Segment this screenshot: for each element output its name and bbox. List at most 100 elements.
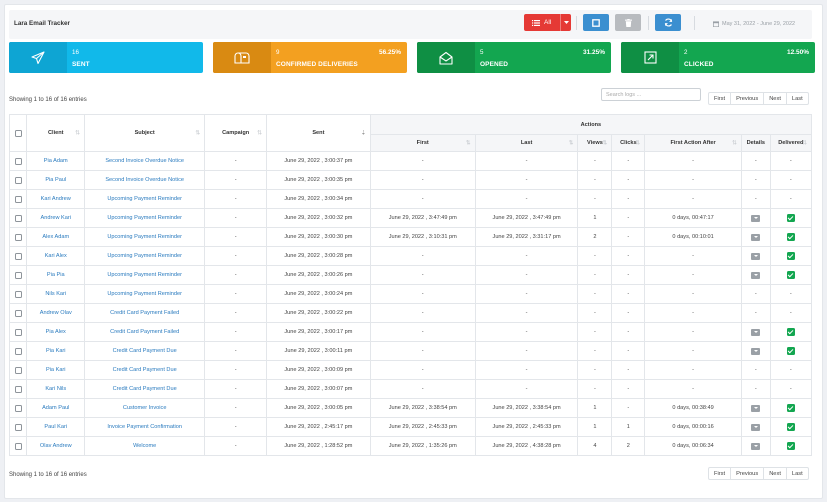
details-dropdown-icon[interactable] [751, 233, 761, 241]
row-select-cell [8, 227, 28, 247]
clicks-cell: - [611, 151, 646, 171]
client-cell[interactable]: Pia Adam [26, 151, 86, 171]
row-checkbox[interactable] [14, 385, 22, 393]
row-select-cell [8, 265, 28, 285]
column-header-sent[interactable]: Sent ⇣ [265, 114, 371, 152]
client-cell[interactable]: Pia Paul [26, 170, 86, 190]
column-header-delivered[interactable]: Delivered ⇅ [769, 134, 813, 152]
client-cell[interactable]: Pia Pia [26, 265, 86, 285]
client-cell[interactable]: Kari Nils [26, 379, 86, 399]
details-dropdown-icon[interactable] [751, 404, 761, 412]
select-all-button[interactable] [583, 14, 609, 31]
date-range-picker[interactable]: May 31, 2022 - June 29, 2022 [713, 21, 795, 27]
select-all-checkbox[interactable] [14, 129, 22, 137]
toolbar-divider [576, 16, 577, 30]
row-select-cell [8, 341, 28, 361]
clicked-percent: 12.50% [786, 49, 809, 56]
subject-cell[interactable]: Second Invoice Overdue Notice [84, 170, 206, 190]
row-checkbox[interactable] [14, 157, 22, 165]
page-previous-button[interactable]: Previous [730, 467, 765, 480]
subject-cell[interactable]: Welcome [84, 436, 206, 456]
subject-cell[interactable]: Credit Card Payment Failed [84, 322, 206, 342]
row-checkbox[interactable] [14, 423, 22, 431]
subject-cell[interactable]: Upcoming Payment Reminder [84, 284, 206, 304]
client-cell[interactable]: Adam Paul [26, 398, 86, 418]
page-previous-button[interactable]: Previous [730, 92, 765, 105]
subject-cell[interactable]: Second Invoice Overdue Notice [84, 151, 206, 171]
page-first-button[interactable]: First [708, 92, 732, 105]
views-cell: - [577, 360, 613, 380]
client-cell[interactable]: Alex Adam [26, 227, 86, 247]
client-cell[interactable]: Paul Kari [26, 417, 86, 437]
row-checkbox[interactable] [14, 366, 22, 374]
row-checkbox[interactable] [14, 404, 22, 412]
column-header-last[interactable]: Last ⇅ [474, 134, 579, 152]
sort-icon: ⇅ [568, 140, 574, 147]
row-checkbox[interactable] [14, 347, 22, 355]
delivered-cell: - [769, 151, 813, 171]
row-checkbox[interactable] [14, 252, 22, 260]
delete-button[interactable] [615, 14, 641, 31]
client-cell[interactable]: Pia Alex [26, 322, 86, 342]
row-checkbox[interactable] [14, 290, 22, 298]
delivered-empty: - [789, 158, 792, 164]
row-checkbox[interactable] [14, 176, 22, 184]
client-cell[interactable]: Kari Alex [26, 246, 86, 266]
column-header-views[interactable]: Views ⇅ [577, 134, 613, 152]
details-dropdown-icon[interactable] [751, 252, 761, 260]
delivered-check-icon [786, 233, 795, 241]
subject-cell[interactable]: Invoice Payment Confirmation [84, 417, 206, 437]
filter-all-label: All [544, 19, 552, 26]
column-header-subject[interactable]: Subject ⇅ [84, 114, 206, 152]
details-dropdown-icon[interactable] [751, 214, 761, 222]
row-checkbox[interactable] [14, 214, 22, 222]
details-dropdown-icon[interactable] [751, 442, 761, 450]
refresh-button[interactable] [655, 14, 681, 31]
page-last-button[interactable]: Last [785, 92, 809, 105]
row-checkbox[interactable] [14, 328, 22, 336]
row-checkbox[interactable] [14, 271, 22, 279]
subject-cell[interactable]: Upcoming Payment Reminder [84, 265, 206, 285]
row-checkbox[interactable] [14, 195, 22, 203]
row-checkbox[interactable] [14, 442, 22, 450]
column-header-first[interactable]: First ⇅ [369, 134, 476, 152]
client-cell[interactable]: Kari Andrew [26, 189, 86, 209]
delivered-cell: - [769, 170, 813, 190]
column-header-first-action-after[interactable]: First Action After ⇅ [644, 134, 742, 152]
subject-cell[interactable]: Credit Card Payment Due [84, 360, 206, 380]
search-input[interactable] [601, 88, 701, 101]
subject-cell[interactable]: Credit Card Payment Failed [84, 303, 206, 323]
client-cell[interactable]: Pia Kari [26, 360, 86, 380]
delivered-cell [769, 322, 813, 342]
column-header-client[interactable]: Client ⇅ [26, 114, 86, 152]
details-dropdown-icon[interactable] [751, 423, 761, 431]
client-cell[interactable]: Andrew Kari [26, 208, 86, 228]
details-dropdown-icon[interactable] [751, 347, 761, 355]
subject-cell[interactable]: Upcoming Payment Reminder [84, 246, 206, 266]
subject-cell[interactable]: Upcoming Payment Reminder [84, 189, 206, 209]
subject-cell[interactable]: Upcoming Payment Reminder [84, 227, 206, 247]
row-select-cell [8, 322, 28, 342]
delivered-cell [769, 417, 813, 437]
subject-cell[interactable]: Upcoming Payment Reminder [84, 208, 206, 228]
subject-cell[interactable]: Customer Invoice [84, 398, 206, 418]
details-dropdown-icon[interactable] [751, 271, 761, 279]
client-cell[interactable]: Pia Kari [26, 341, 86, 361]
page-next-button[interactable]: Next [763, 467, 787, 480]
row-checkbox[interactable] [14, 309, 22, 317]
column-header-clicks[interactable]: Clicks ⇅ [611, 134, 646, 152]
filter-all-button[interactable]: All [524, 14, 571, 31]
page-first-button[interactable]: First [708, 467, 732, 480]
details-dropdown-icon[interactable] [751, 328, 761, 336]
filter-dropdown-toggle[interactable] [560, 14, 571, 31]
row-checkbox[interactable] [14, 233, 22, 241]
client-cell[interactable]: Nils Kari [26, 284, 86, 304]
views-cell: - [577, 322, 613, 342]
subject-cell[interactable]: Credit Card Payment Due [84, 341, 206, 361]
page-last-button[interactable]: Last [785, 467, 809, 480]
page-next-button[interactable]: Next [763, 92, 787, 105]
subject-cell[interactable]: Credit Card Payment Due [84, 379, 206, 399]
client-cell[interactable]: Andrew Olav [26, 303, 86, 323]
client-cell[interactable]: Olav Andrew [26, 436, 86, 456]
column-header-campaign[interactable]: Campaign ⇅ [204, 114, 267, 152]
